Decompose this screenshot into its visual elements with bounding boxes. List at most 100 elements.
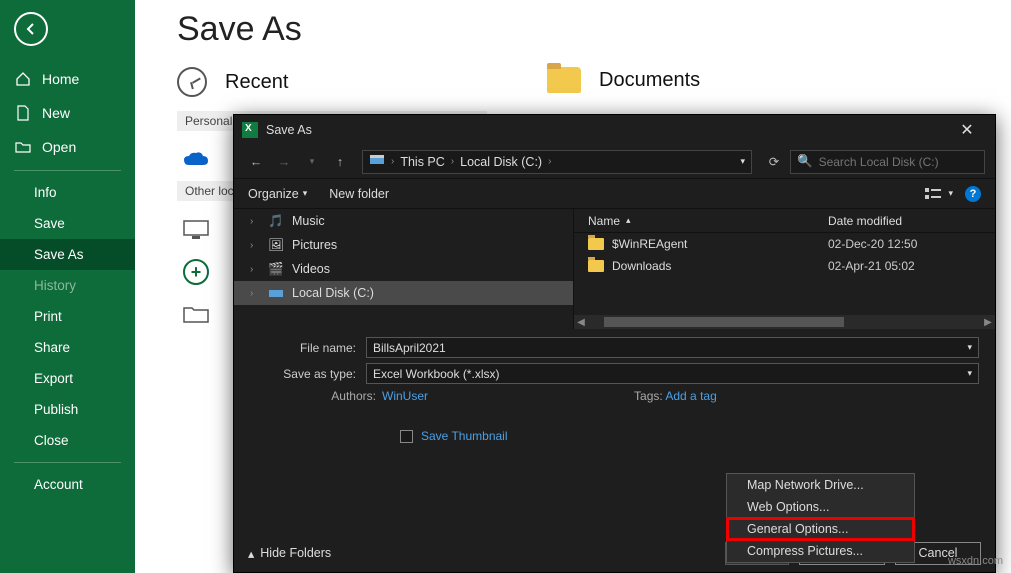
- folder-icon: [588, 260, 604, 272]
- sidebar-item-account[interactable]: Account: [0, 469, 135, 500]
- pc-icon: [181, 215, 211, 245]
- nav-up-button[interactable]: ↑: [328, 150, 352, 174]
- file-name-label: File name:: [250, 341, 366, 355]
- horizontal-scrollbar[interactable]: ◀ ▶: [574, 315, 995, 329]
- documents-title: Documents: [599, 69, 700, 92]
- sidebar-item-open[interactable]: Open: [0, 130, 135, 164]
- search-icon: 🔍: [797, 154, 813, 169]
- sidebar-item-publish[interactable]: Publish: [0, 394, 135, 425]
- file-row[interactable]: $WinREAgent 02-Dec-20 12:50: [574, 233, 995, 255]
- open-folder-icon: [14, 138, 32, 156]
- breadcrumb-root[interactable]: This PC: [400, 155, 444, 169]
- sidebar-item-save-as[interactable]: Save As: [0, 239, 135, 270]
- sidebar-item-close[interactable]: Close: [0, 425, 135, 456]
- sidebar-item-save[interactable]: Save: [0, 208, 135, 239]
- nav-back-button[interactable]: ←: [244, 150, 268, 174]
- folder-tree: ›🎵Music ›🖼Pictures ›🎬Videos ›Local Disk …: [234, 209, 574, 329]
- dialog-titlebar: Save As ✕: [234, 115, 995, 145]
- view-icon: [924, 187, 944, 201]
- sidebar-item-home[interactable]: Home: [0, 62, 135, 96]
- sidebar-item-print[interactable]: Print: [0, 301, 135, 332]
- drive-icon: [369, 154, 385, 169]
- breadcrumb-drive[interactable]: Local Disk (C:): [460, 155, 542, 169]
- breadcrumb[interactable]: › This PC › Local Disk (C:) › ▾: [362, 150, 752, 174]
- tree-item-music[interactable]: ›🎵Music: [234, 209, 573, 233]
- watermark: wsxdn.com: [948, 555, 1003, 567]
- sidebar-divider: [14, 462, 121, 463]
- new-file-icon: [14, 104, 32, 122]
- tree-item-pictures[interactable]: ›🖼Pictures: [234, 233, 573, 257]
- close-button[interactable]: ✕: [947, 115, 987, 145]
- help-button[interactable]: ?: [965, 186, 981, 202]
- backstage-sidebar: Home New Open Info Save Save As History …: [0, 0, 135, 573]
- sidebar-item-history: History: [0, 270, 135, 301]
- page-title: Save As: [177, 10, 1011, 49]
- dropdown-icon[interactable]: ▾: [967, 342, 972, 353]
- folder-icon: [547, 67, 581, 93]
- sidebar-item-info[interactable]: Info: [0, 177, 135, 208]
- videos-icon: 🎬: [268, 261, 284, 277]
- tools-item-compress[interactable]: Compress Pictures...: [727, 540, 914, 562]
- nav-forward-button[interactable]: →: [272, 150, 296, 174]
- scroll-left-icon[interactable]: ◀: [574, 317, 588, 328]
- recent-title: Recent: [225, 71, 288, 94]
- tree-item-local-disk[interactable]: ›Local Disk (C:): [234, 281, 573, 305]
- refresh-button[interactable]: ⟳: [762, 150, 786, 174]
- sidebar-label: Home: [42, 71, 79, 87]
- save-type-label: Save as type:: [250, 367, 366, 381]
- tags-label: Tags:: [634, 389, 663, 403]
- scroll-thumb[interactable]: [604, 317, 844, 327]
- dropdown-icon[interactable]: ▾: [967, 368, 972, 379]
- file-row[interactable]: Downloads 02-Apr-21 05:02: [574, 255, 995, 277]
- pictures-icon: 🖼: [268, 237, 284, 253]
- save-thumbnail-checkbox[interactable]: [400, 430, 413, 443]
- sort-icon: ▴: [626, 215, 631, 226]
- tools-item-web-options[interactable]: Web Options...: [727, 496, 914, 518]
- sidebar-label: New: [42, 105, 70, 121]
- organize-button[interactable]: Organize ▾: [248, 187, 307, 201]
- clock-icon: [177, 67, 207, 97]
- nav-recent-button[interactable]: ▾: [300, 150, 324, 174]
- sidebar-item-export[interactable]: Export: [0, 363, 135, 394]
- breadcrumb-dropdown[interactable]: ▾: [740, 156, 745, 167]
- file-list: Name ▴ Date modified $WinREAgent 02-Dec-…: [574, 209, 995, 329]
- add-place-icon: +: [181, 257, 211, 287]
- music-icon: 🎵: [268, 213, 284, 229]
- sidebar-divider: [14, 170, 121, 171]
- tree-item-videos[interactable]: ›🎬Videos: [234, 257, 573, 281]
- save-thumbnail-label[interactable]: Save Thumbnail: [421, 429, 508, 443]
- scroll-right-icon[interactable]: ▶: [981, 317, 995, 328]
- view-button[interactable]: ▾: [924, 187, 953, 201]
- column-date[interactable]: Date modified: [828, 214, 902, 228]
- sidebar-label: Open: [42, 139, 76, 155]
- save-type-field[interactable]: Excel Workbook (*.xlsx) ▾: [366, 363, 979, 384]
- file-name-input[interactable]: [373, 341, 967, 355]
- authors-label: Authors:: [320, 389, 376, 403]
- tools-item-map-drive[interactable]: Map Network Drive...: [727, 474, 914, 496]
- cloud-icon: [181, 145, 211, 175]
- back-button[interactable]: [14, 12, 48, 46]
- dialog-title: Save As: [266, 123, 312, 137]
- file-name-field[interactable]: ▾: [366, 337, 979, 358]
- dialog-nav: ← → ▾ ↑ › This PC › Local Disk (C:) › ▾ …: [234, 145, 995, 179]
- dialog-fields: File name: ▾ Save as type: Excel Workboo…: [234, 329, 995, 449]
- tools-item-general-options[interactable]: General Options...: [727, 518, 914, 540]
- chevron-up-icon: ▴: [248, 546, 254, 561]
- excel-icon: [242, 122, 258, 138]
- dialog-toolbar: Organize ▾ New folder ▾ ?: [234, 179, 995, 209]
- new-folder-button[interactable]: New folder: [329, 187, 389, 201]
- file-list-header: Name ▴ Date modified: [574, 209, 995, 233]
- arrow-left-icon: [23, 21, 39, 37]
- search-input[interactable]: [819, 155, 978, 169]
- drive-icon: [268, 285, 284, 301]
- dialog-body: ›🎵Music ›🖼Pictures ›🎬Videos ›Local Disk …: [234, 209, 995, 329]
- hide-folders-button[interactable]: ▴ Hide Folders: [248, 546, 331, 561]
- home-icon: [14, 70, 32, 88]
- authors-value[interactable]: WinUser: [382, 389, 428, 403]
- sidebar-item-share[interactable]: Share: [0, 332, 135, 363]
- tags-value[interactable]: Add a tag: [665, 389, 716, 403]
- column-name[interactable]: Name: [588, 214, 620, 228]
- browse-folder-icon: [181, 299, 211, 329]
- search-box[interactable]: 🔍: [790, 150, 985, 174]
- sidebar-item-new[interactable]: New: [0, 96, 135, 130]
